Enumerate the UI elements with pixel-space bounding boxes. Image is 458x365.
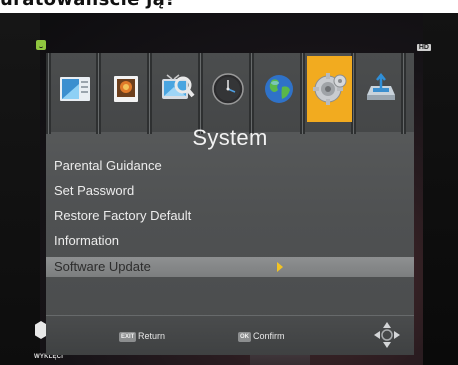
media-photo-icon xyxy=(113,76,138,102)
tab-channel-search[interactable] xyxy=(154,56,199,122)
hd-badge: HD xyxy=(416,44,431,51)
tab-usb[interactable] xyxy=(358,56,403,122)
menu-item-label: Software Update xyxy=(54,259,151,274)
return-hint[interactable]: Return xyxy=(138,330,165,342)
tab-language[interactable] xyxy=(256,56,301,122)
channel-status-icon xyxy=(36,40,46,50)
picture-settings-icon xyxy=(59,77,90,101)
clock-icon xyxy=(211,73,244,105)
tab-media[interactable] xyxy=(103,56,148,122)
navigation-pad-icon xyxy=(374,322,400,348)
menu-tab-bar xyxy=(46,53,414,134)
menu-item-label: Information xyxy=(54,233,120,248)
background-left-strip xyxy=(0,13,40,365)
exit-key-icon: EXIT xyxy=(119,332,137,342)
menu-item-parental-guidance[interactable]: Parental Guidance xyxy=(46,156,414,176)
menu-item-information[interactable]: Information xyxy=(46,231,414,251)
caption-text: uratowaliście ją? xyxy=(0,0,176,10)
menu-item-label: Restore Factory Default xyxy=(54,208,192,223)
menu-title: System xyxy=(192,125,268,150)
confirm-hint[interactable]: Confirm xyxy=(253,330,285,342)
background-right-strip xyxy=(423,13,458,365)
menu-item-restore-factory-default[interactable]: Restore Factory Default xyxy=(46,206,414,226)
channel-search-icon xyxy=(161,74,195,99)
menu-item-set-password[interactable]: Set Password xyxy=(46,181,414,201)
usb-icon xyxy=(366,72,395,100)
tab-system[interactable] xyxy=(307,56,352,122)
menu-item-software-update[interactable]: Software Update xyxy=(46,257,414,277)
ok-key-icon: OK xyxy=(238,332,251,342)
globe-icon xyxy=(264,75,293,103)
tab-picture[interactable] xyxy=(52,56,97,122)
menu-item-label: Set Password xyxy=(54,183,135,198)
system-menu: System Parental Guidance Set Password Re… xyxy=(46,53,414,355)
menu-item-label: Parental Guidance xyxy=(54,158,162,173)
gears-icon xyxy=(312,73,346,105)
submenu-arrow-icon xyxy=(277,262,283,272)
tv-screen: HD WYKLĘCI System Parental Guidance Set … xyxy=(0,13,458,365)
tab-time[interactable] xyxy=(205,56,250,122)
menu-footer: EXIT Return OK Confirm xyxy=(46,316,414,355)
